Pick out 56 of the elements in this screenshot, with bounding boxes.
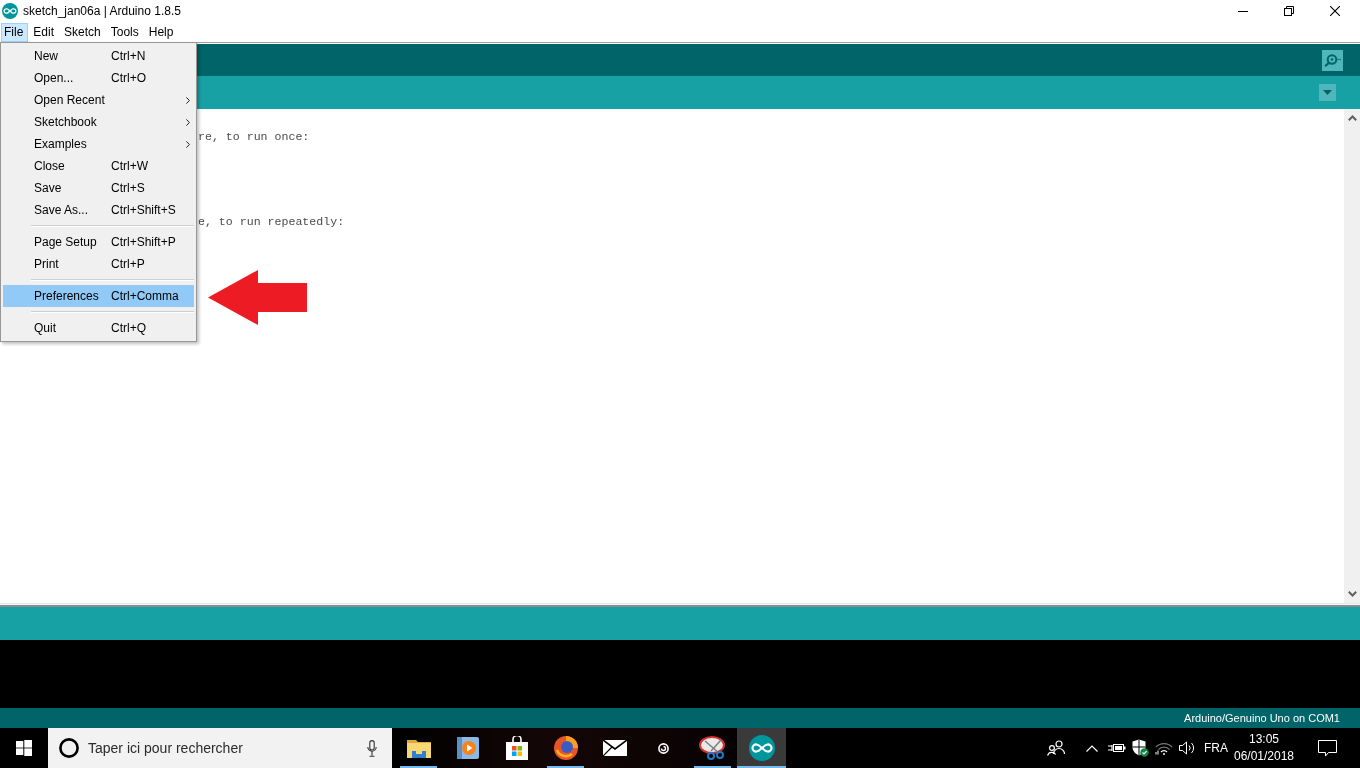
people-icon[interactable] (1047, 740, 1065, 756)
battery-icon[interactable] (1106, 742, 1126, 754)
close-icon (1330, 6, 1340, 16)
taskbar-button[interactable] (737, 728, 786, 768)
menu-bar-item[interactable]: Help (145, 22, 179, 42)
left-arrow-icon (207, 269, 307, 326)
tab-menu-button[interactable] (1319, 84, 1336, 101)
shopping-bag-icon (505, 736, 528, 760)
folder-icon (406, 738, 431, 758)
code-line: re, to run once: (198, 129, 310, 145)
menu-bar-item[interactable]: Sketch (61, 22, 106, 42)
language-button[interactable]: FRA (1204, 728, 1228, 768)
scissors-icon (698, 736, 727, 760)
magnifier-button[interactable] (1322, 49, 1343, 71)
spiral-icon (658, 742, 669, 754)
search-field[interactable]: Taper ici pour rechercher (88, 740, 367, 756)
menu-item[interactable]: Open... Ctrl+O (3, 67, 194, 89)
menu-item[interactable]: Open Recent (3, 89, 194, 111)
menu-bar-item[interactable]: Edit (30, 22, 60, 42)
envelope-icon (602, 740, 627, 756)
status-text: Arduino/Genuino Uno on COM1 (1184, 712, 1340, 724)
chevron-down-icon[interactable] (1347, 591, 1357, 597)
menu-item[interactable]: Examples (3, 133, 194, 155)
chevron-right-icon (186, 140, 190, 148)
menu-item[interactable]: Close Ctrl+W (3, 155, 194, 177)
code-line: e, to run repeatedly: (198, 214, 345, 230)
menu-item[interactable]: Quit Ctrl+Q (3, 317, 194, 339)
infinity-logo-icon (748, 735, 775, 761)
shield-icon[interactable] (1131, 739, 1149, 757)
menu-item[interactable]: New Ctrl+N (3, 45, 194, 67)
minimize-icon (1238, 10, 1248, 12)
microphone-icon[interactable] (367, 739, 377, 757)
menu-item[interactable]: Save As... Ctrl+Shift+S (3, 199, 194, 221)
ring-icon (59, 738, 79, 758)
menu-item[interactable]: Sketchbook (3, 111, 194, 133)
chevron-right-icon (186, 96, 190, 104)
magnifier-icon (1324, 53, 1341, 67)
menu-bar-item[interactable]: Tools (107, 22, 144, 42)
speaker-icon[interactable] (1178, 741, 1196, 755)
menu-item[interactable]: Print Ctrl+P (3, 253, 194, 275)
restore-icon (1284, 6, 1294, 16)
window-title: sketch_jan06a | Arduino 1.8.5 (23, 4, 181, 18)
caret-down-icon (1323, 90, 1332, 95)
menu-item[interactable]: Page Setup Ctrl+Shift+P (3, 231, 194, 253)
clock-button[interactable]: 13:05 06/01/2018 (1233, 728, 1295, 768)
scrollbar[interactable] (1344, 109, 1360, 603)
speech-bubble-icon[interactable] (1317, 739, 1337, 757)
menu-bar-item[interactable]: File (1, 22, 29, 42)
search-box[interactable]: Taper ici pour rechercher (48, 728, 392, 768)
windows-logo-icon (16, 740, 32, 756)
chevron-right-icon (186, 118, 190, 126)
wifi-icon[interactable] (1155, 741, 1173, 755)
browser-icon (553, 736, 578, 760)
menu-item[interactable]: Save Ctrl+S (3, 177, 194, 199)
play-icon (456, 737, 479, 759)
menu-item[interactable]: Preferences Ctrl+Comma (3, 285, 194, 307)
